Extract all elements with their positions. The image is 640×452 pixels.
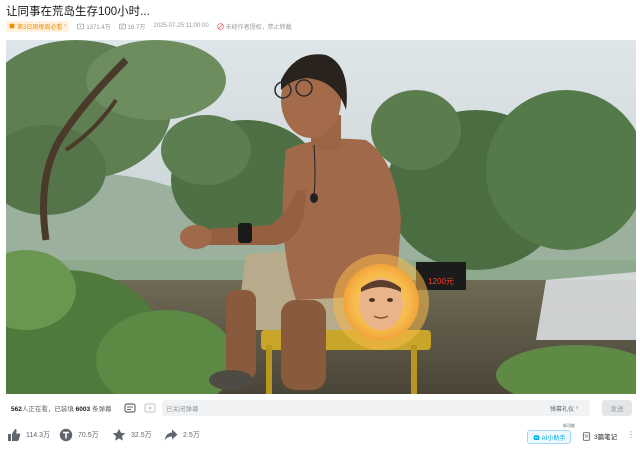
danmaku-etiquette-label: 弹幕礼仪 [549, 406, 574, 413]
danmaku-count: 16.7万 [118, 22, 146, 31]
favorite-button[interactable]: 32.5万 [112, 428, 152, 442]
danmaku-count-value: 16.7万 [127, 24, 146, 31]
ai-new-tag: 新功能 [562, 423, 576, 429]
viewer-text: 人正在看，已装填 [21, 406, 74, 413]
notes-button[interactable]: 3篇笔记 [582, 431, 617, 441]
viewer-count: 562 [11, 406, 22, 413]
video-frame: 1200元 [6, 40, 636, 394]
more-icon[interactable]: ⋮ [627, 431, 635, 439]
like-count: 114.3万 [26, 432, 50, 439]
chevron-right-icon: › [576, 405, 578, 411]
notes-icon [582, 431, 591, 441]
share-count: 2.5万 [183, 432, 200, 439]
ai-assistant-button[interactable]: AI小助手 [527, 430, 571, 444]
danmaku-bar: 562人正在看，已装填 6003 条弹幕 已关闭弹幕 弹幕礼仪 › 发送 [0, 396, 640, 420]
loaded-danmaku-suffix: 条弹幕 [91, 406, 112, 413]
ai-assistant-label: AI小助手 [541, 435, 566, 442]
danmaku-count-icon [118, 23, 126, 29]
danmaku-settings-icon[interactable] [144, 401, 156, 413]
like-button[interactable]: 114.3万 [7, 428, 50, 442]
copyright-note-text: 未经作者授权，禁止转载 [225, 24, 292, 31]
favorite-count: 32.5万 [131, 432, 152, 439]
favorite-icon [112, 428, 126, 441]
coin-count: 70.5万 [78, 432, 99, 439]
video-player[interactable]: 1200元 [6, 40, 636, 394]
like-icon [8, 429, 21, 441]
video-actions: 114.3万 70.5万 32.5万 2.5万 新功能 AI小助手 3篇笔记 ⋮ [0, 423, 640, 448]
danmaku-input[interactable]: 已关闭弹幕 弹幕礼仪 › [162, 400, 590, 416]
video-meta: 第3日周每周必看 › 1371.4万 16.7万 2025-07-25 11:0… [6, 20, 300, 32]
danmaku-input-placeholder: 已关闭弹幕 [166, 406, 199, 413]
video-title: 让同事在荒岛生存100小时... [6, 6, 150, 18]
play-count-icon [77, 23, 85, 29]
copyright-note: 未经作者授权，禁止转载 [216, 22, 292, 31]
ai-assistant-icon [533, 434, 539, 440]
coin-icon [59, 428, 73, 442]
share-icon [164, 429, 178, 441]
view-count-value: 1371.4万 [86, 24, 111, 31]
chevron-right-icon: › [64, 23, 67, 29]
ranking-badge[interactable]: 第3日周每周必看 › [6, 20, 70, 32]
scene-sign-text: 1200元 [428, 277, 454, 286]
share-button[interactable]: 2.5万 [164, 428, 200, 442]
viewer-info: 562人正在看，已装填 6003 条弹幕 [11, 403, 111, 413]
view-count: 1371.4万 [77, 22, 111, 31]
publish-time: 2025-07-25 11:00:00 [153, 23, 209, 29]
danmaku-toggle-icon[interactable] [124, 401, 136, 413]
danmaku-etiquette-link[interactable]: 弹幕礼仪 › [550, 400, 578, 416]
ranking-icon [9, 23, 15, 29]
notes-label: 3篇笔记 [594, 434, 618, 441]
no-reprint-icon [216, 22, 224, 30]
ranking-badge-label: 第3日周每周必看 [17, 24, 63, 31]
danmaku-send-button[interactable]: 发送 [602, 400, 632, 416]
loaded-danmaku-count: 6003 [75, 406, 91, 413]
coin-button[interactable]: 70.5万 [59, 428, 99, 442]
